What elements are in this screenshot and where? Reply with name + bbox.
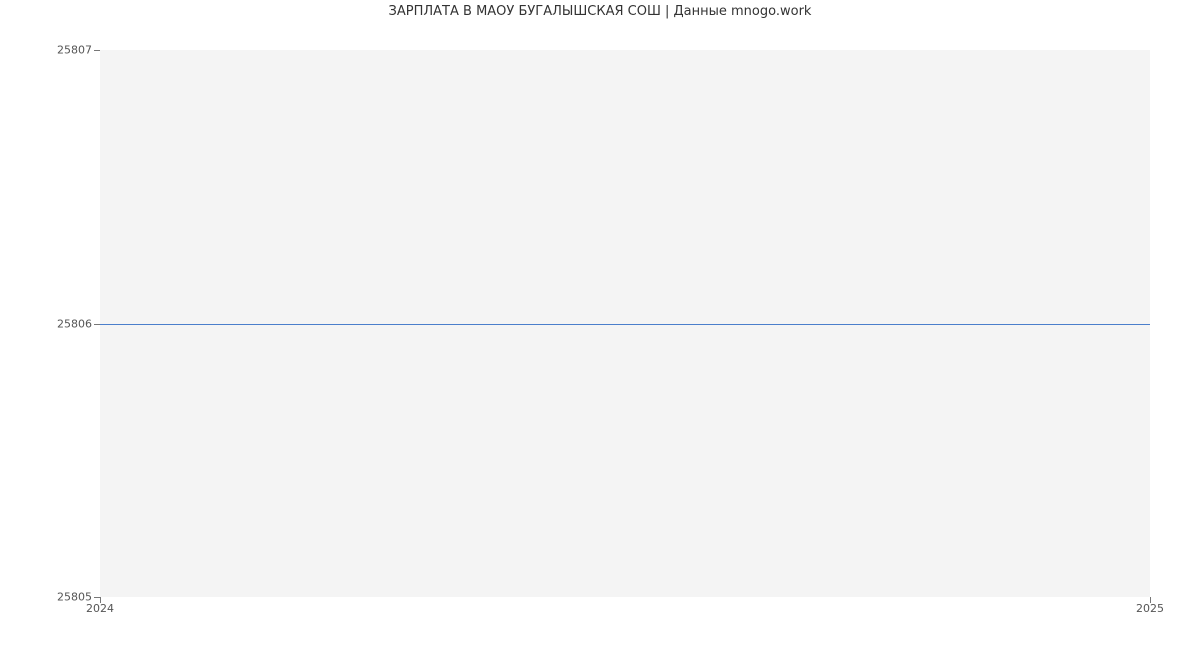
x-tick-label: 2024 — [86, 602, 114, 615]
salary-line — [100, 324, 1150, 325]
y-tick — [94, 50, 100, 51]
x-tick — [100, 597, 101, 603]
x-tick — [1150, 597, 1151, 603]
y-tick-label: 25805 — [0, 591, 92, 604]
x-tick-label: 2025 — [1136, 602, 1164, 615]
chart-title: ЗАРПЛАТА В МАОУ БУГАЛЫШСКАЯ СОШ | Данные… — [0, 4, 1200, 19]
y-tick-label: 25807 — [0, 44, 92, 57]
y-tick-label: 25806 — [0, 317, 92, 330]
chart-container: ЗАРПЛАТА В МАОУ БУГАЛЫШСКАЯ СОШ | Данные… — [0, 0, 1200, 650]
plot-area — [100, 50, 1150, 597]
